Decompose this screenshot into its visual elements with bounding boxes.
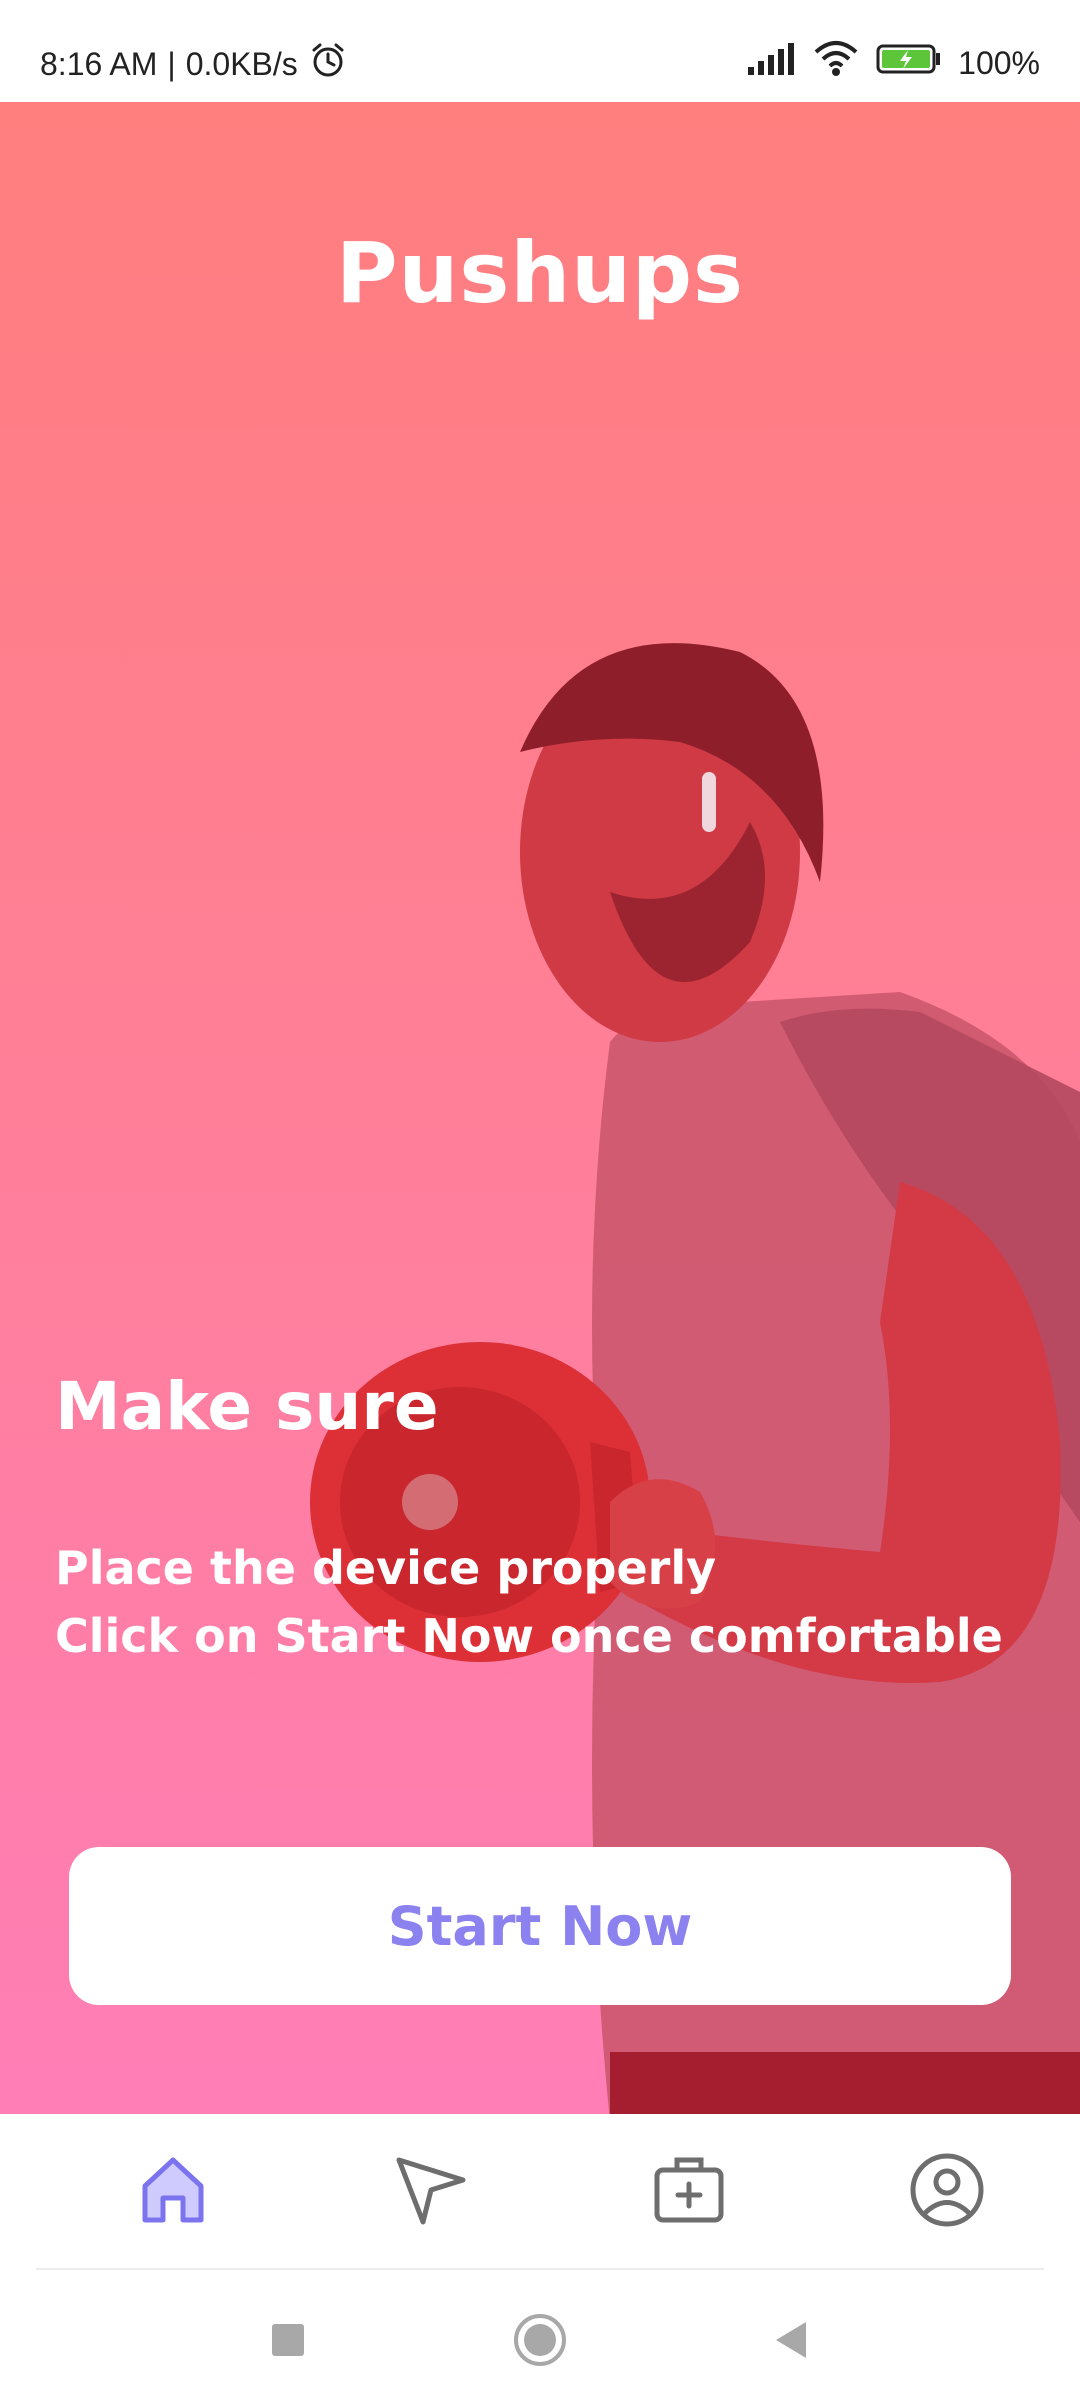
instruction-line-1: Place the device properly (55, 1541, 717, 1595)
make-sure-heading: Make sure (55, 1368, 439, 1445)
start-now-button[interactable]: Start Now (69, 1847, 1011, 2005)
battery-charging-icon (876, 42, 942, 84)
alarm-icon (308, 40, 348, 88)
home-circle-icon[interactable] (500, 2300, 580, 2380)
bottom-tab-bar (0, 2114, 1080, 2270)
battery-level: 100% (958, 44, 1040, 81)
status-separator: | (167, 45, 176, 82)
tab-health[interactable] (634, 2142, 744, 2242)
medical-kit-icon (649, 2150, 729, 2234)
instructions: Place the device properly Click on Start… (55, 1534, 1003, 1670)
send-icon (391, 2150, 471, 2234)
tab-navigate[interactable] (376, 2142, 486, 2242)
status-time: 8:16 AM (40, 45, 158, 82)
wifi-icon (812, 40, 860, 86)
back-icon[interactable] (752, 2300, 832, 2380)
status-bar: 8:16 AM | 0.0KB/s 100% (0, 0, 1080, 102)
page-title: Pushups (335, 224, 745, 322)
signal-icon (746, 41, 796, 85)
status-left: 8:16 AM | 0.0KB/s (40, 40, 348, 88)
profile-icon (907, 2150, 987, 2234)
home-icon (135, 2152, 211, 2232)
status-right: 100% (746, 40, 1040, 86)
workout-hero: Pushups Make sure Place the device prope… (0, 102, 1080, 2114)
system-nav-bar (0, 2270, 1080, 2400)
recents-icon[interactable] (248, 2300, 328, 2380)
tab-home[interactable] (118, 2142, 228, 2242)
instruction-line-2: Click on Start Now once comfortable (55, 1609, 1003, 1663)
tab-profile[interactable] (892, 2142, 1002, 2242)
network-speed: 0.0KB/s (185, 45, 298, 82)
